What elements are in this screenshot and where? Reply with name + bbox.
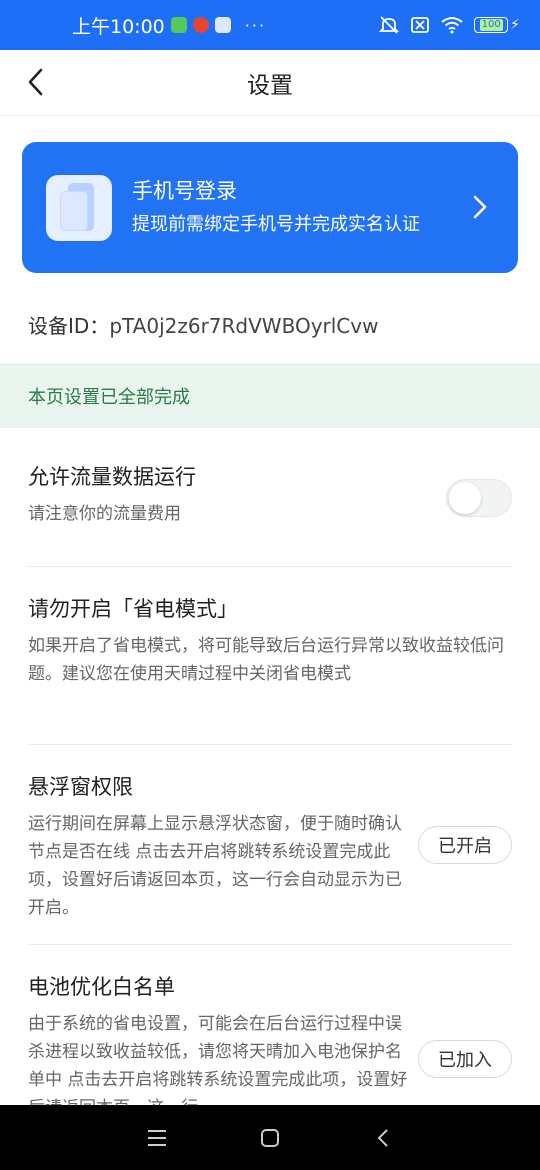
menu-icon [147, 1129, 166, 1146]
mobile-data-toggle[interactable] [446, 479, 512, 517]
app-notification-icon [170, 17, 187, 33]
phone-link-icon [46, 174, 112, 241]
battery-indicator: 100 ⚡ [474, 17, 520, 33]
settings-screen: 上午10:00 ··· 100 ⚡ 设置 手机号登录 提现前需绑定手机号并完成实… [0, 0, 540, 1170]
setting-title: 电池优化白名单 [28, 975, 175, 999]
menu-button[interactable] [137, 1118, 177, 1158]
setting-desc: 如果开启了省电模式，将可能导致后台运行异常以致收益较低问题。建议您在使用天晴过程… [28, 636, 504, 684]
completion-banner-text: 本页设置已全部完成 [28, 386, 190, 408]
wifi-icon [441, 17, 463, 34]
setting-mobile-data: 允许流量数据运行 请注意你的流量费用 [28, 462, 512, 528]
toggle-knob [449, 482, 481, 514]
status-time: 上午10:00 [72, 15, 165, 38]
setting-desc: 运行期间在屏幕上显示悬浮状态窗，便于随时确认节点是否在线 点击去开启将跳转系统设… [28, 814, 402, 918]
back-triangle-icon [377, 1128, 389, 1147]
setting-battery-whitelist: 电池优化白名单 由于系统的省电设置，可能会在后台运行过程中误杀进程以致收益较低，… [28, 972, 408, 1122]
chevron-left-icon [28, 68, 43, 96]
login-card-title: 手机号登录 [132, 178, 237, 203]
chevron-right-icon [473, 195, 487, 219]
weibo-icon [192, 17, 209, 33]
device-id-label: 设备ID： [28, 314, 110, 338]
status-bar: 上午10:00 ··· 100 ⚡ [0, 0, 540, 50]
floating-window-button[interactable]: 已开启 [418, 826, 512, 864]
battery-level: 100 [479, 19, 503, 31]
setting-title: 悬浮窗权限 [28, 775, 133, 799]
battery-icon: 100 [474, 17, 509, 33]
status-left: 上午10:00 ··· [72, 12, 266, 39]
page-header: 设置 [0, 50, 540, 116]
system-back-button[interactable] [363, 1118, 403, 1158]
completion-banner: 本页设置已全部完成 [0, 363, 540, 428]
back-button[interactable] [18, 64, 54, 100]
divider [28, 566, 512, 567]
home-square-icon [260, 1128, 279, 1147]
login-card-subtitle: 提现前需绑定手机号并完成实名认证 [132, 213, 420, 235]
setting-title: 请勿开启「省电模式」 [28, 597, 238, 621]
message-icon [214, 17, 231, 33]
no-sim-icon [411, 17, 430, 33]
more-notifications-icon: ··· [244, 15, 267, 35]
device-id-value: pTA0j2z6r7RdVWBOyrlCvw [109, 314, 379, 338]
system-nav-bar [0, 1105, 540, 1170]
home-button[interactable] [250, 1118, 290, 1158]
divider [28, 744, 512, 745]
phone-login-card[interactable]: 手机号登录 提现前需绑定手机号并完成实名认证 [22, 142, 518, 273]
device-id-row: 设备ID：pTA0j2z6r7RdVWBOyrlCvw [28, 310, 378, 339]
page-title: 设置 [247, 72, 293, 99]
charging-icon: ⚡ [510, 17, 520, 33]
setting-title: 允许流量数据运行 [28, 465, 196, 489]
mute-icon [378, 16, 400, 34]
divider [28, 944, 512, 945]
battery-whitelist-button[interactable]: 已加入 [418, 1040, 512, 1078]
phone-front-shape [60, 190, 88, 231]
status-right: 100 ⚡ [378, 15, 520, 35]
setting-desc: 请注意你的流量费用 [28, 504, 181, 524]
setting-power-saving: 请勿开启「省电模式」 如果开启了省电模式，将可能导致后台运行异常以致收益较低问题… [28, 594, 512, 688]
login-card-text: 手机号登录 提现前需绑定手机号并完成实名认证 [132, 176, 420, 240]
setting-floating-window: 悬浮窗权限 运行期间在屏幕上显示悬浮状态窗，便于随时确认节点是否在线 点击去开启… [28, 772, 408, 922]
